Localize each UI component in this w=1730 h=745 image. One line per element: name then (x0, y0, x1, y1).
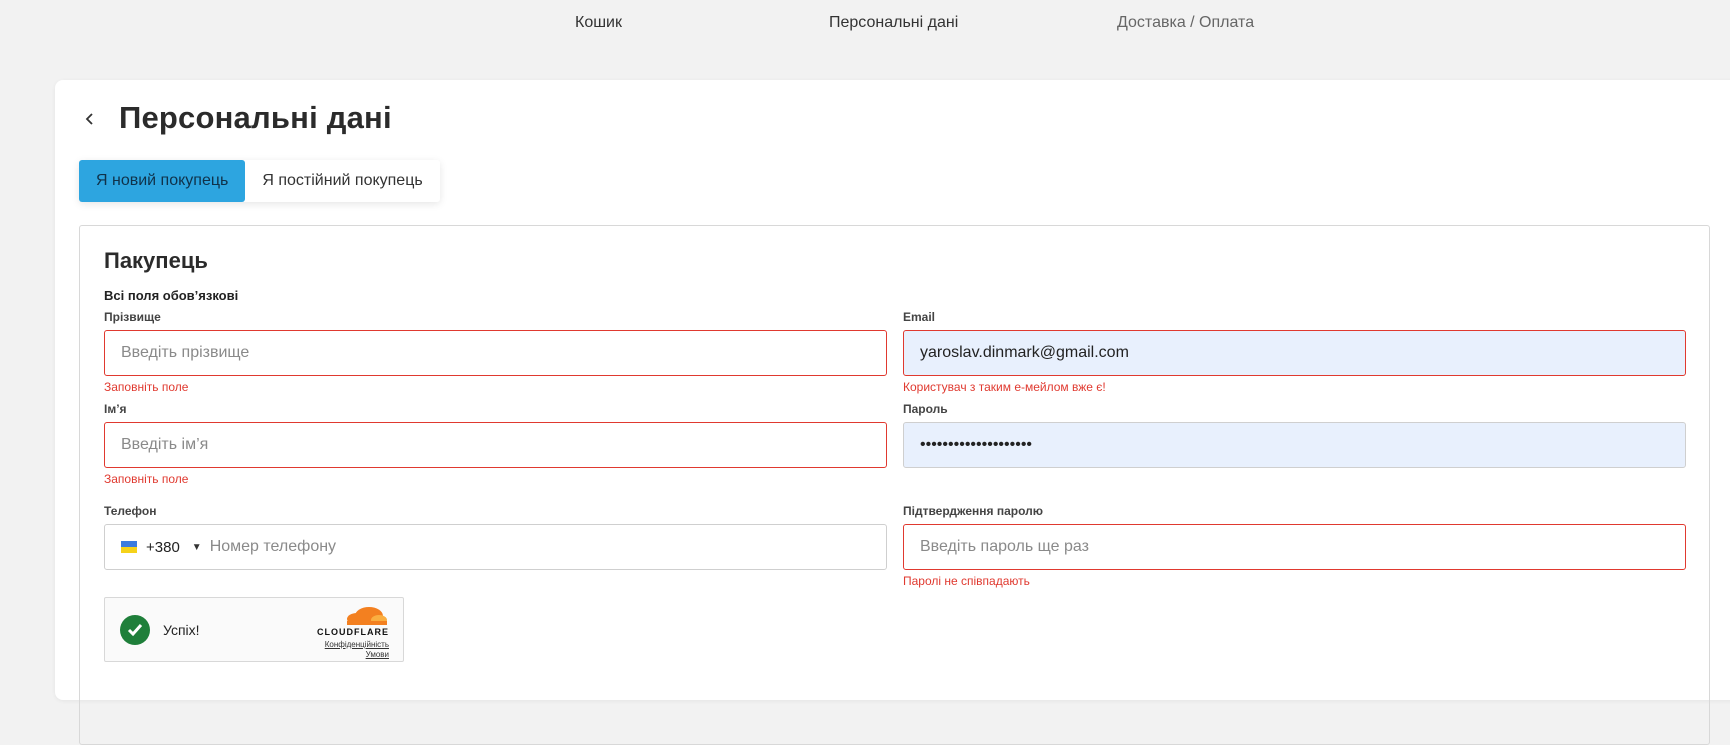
cloudflare-logo-icon (347, 607, 387, 625)
tab-new-customer[interactable]: Я новий покупець (79, 160, 246, 202)
surname-error: Заповніть поле (104, 380, 189, 394)
dial-code[interactable]: +380 (146, 539, 180, 556)
tab-returning-customer[interactable]: Я постійний покупець (245, 160, 439, 202)
form-title: Пакупець (104, 248, 208, 273)
chevron-left-icon (85, 113, 93, 125)
step-cart[interactable]: Кошик (575, 14, 622, 32)
phone-input[interactable] (209, 527, 810, 567)
caret-down-icon[interactable]: ▼ (192, 542, 202, 553)
name-input[interactable] (104, 422, 887, 468)
checkout-card: Персональні дані Я новий покупець Я пост… (55, 80, 1730, 745)
cloudflare-brand: CLOUDFLARE (317, 627, 389, 637)
surname-input[interactable] (104, 330, 887, 376)
required-note: Всі поля обов’язкові (104, 288, 239, 303)
phone-label: Телефон (104, 504, 157, 518)
email-label: Email (903, 310, 936, 324)
buyer-form-panel: Пакупець Всі поля обов’язкові Прізвище З… (79, 225, 1710, 745)
name-error: Заповніть поле (104, 472, 189, 486)
step-delivery[interactable]: Доставка / Оплата (1117, 14, 1254, 32)
password-confirm-error: Паролі не співпадають (903, 574, 1030, 588)
back-button[interactable] (80, 107, 100, 131)
check-circle-icon (120, 615, 150, 645)
terms-link[interactable]: Умови (366, 650, 389, 659)
password-input[interactable] (903, 422, 1686, 468)
password-confirm-input[interactable] (903, 524, 1686, 570)
password-label: Пароль (903, 402, 948, 416)
checkout-steps: Кошик Персональні дані Доставка / Оплата (0, 0, 1730, 60)
name-label: Ім’я (104, 402, 127, 416)
surname-label: Прізвище (104, 310, 161, 324)
ukraine-flag-icon[interactable] (121, 541, 137, 553)
email-error: Користувач з таким е-мейлом вже є! (903, 380, 1106, 394)
page-title: Персональні дані (119, 100, 392, 135)
customer-type-tabs: Я новий покупець Я постійний покупець (79, 160, 440, 202)
privacy-link[interactable]: Конфіденційність (325, 640, 389, 649)
password-confirm-label: Підтвердження паролю (903, 504, 1044, 518)
email-input[interactable] (903, 330, 1686, 376)
phone-field: +380 ▼ (104, 524, 887, 570)
captcha-status: Успіх! (163, 622, 200, 638)
captcha-widget: Успіх! CLOUDFLARE Конфіденційність Умови (104, 597, 404, 662)
step-personal[interactable]: Персональні дані (829, 14, 958, 32)
